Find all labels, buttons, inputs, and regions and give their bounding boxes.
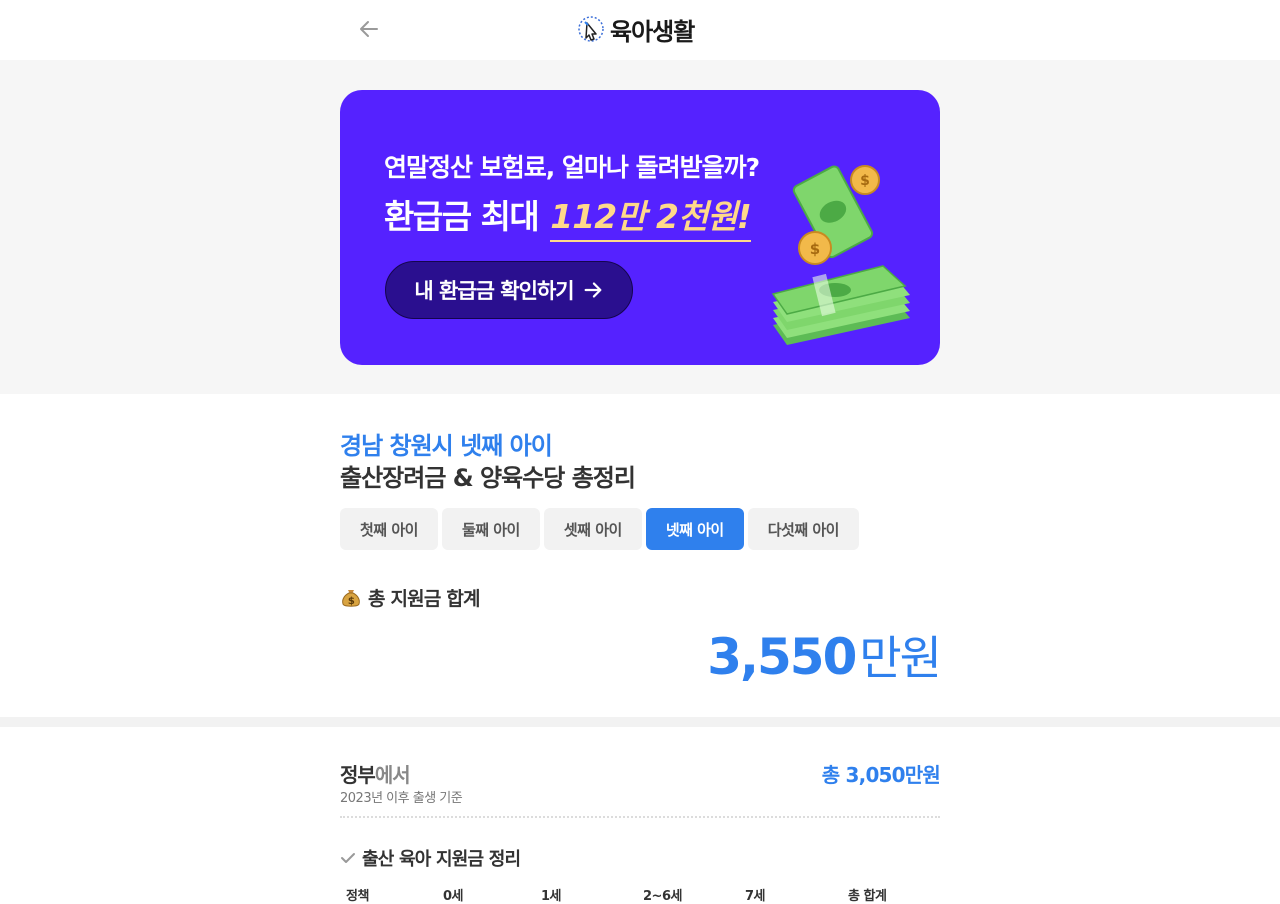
table-header-age-1: 1세 — [541, 889, 562, 904]
government-title-muted: 에서 — [374, 763, 411, 787]
tab-second-child[interactable]: 둘째 아이 — [441, 508, 540, 550]
government-title-strong: 정부 — [340, 763, 376, 787]
government-subtitle: 2023년 이후 출생 기준 — [340, 791, 463, 806]
banner-subheadline: 환급금 최대 112만 2천원! — [384, 190, 752, 242]
arrow-left-icon — [360, 21, 378, 37]
total-number: 3,550 — [707, 628, 857, 686]
banner-headline: 연말정산 보험료, 얼마나 돌려받을까? — [384, 153, 760, 182]
check-refund-button[interactable]: 내 환급금 확인하기 — [385, 261, 633, 319]
support-table-header: 정책 0세 1세 2~6세 7세 총 합계 — [340, 885, 940, 904]
government-total: 총 3,050만원 — [821, 763, 941, 787]
total-unit: 만원 — [859, 631, 942, 685]
dotted-divider — [340, 816, 940, 818]
tax-refund-banner[interactable]: 연말정산 보험료, 얼마나 돌려받을까? 환급금 최대 112만 2천원! 내 … — [340, 90, 940, 365]
app-header: 육아생활 — [0, 0, 1280, 60]
banner-prefix: 환급금 최대 — [384, 197, 540, 236]
check-icon — [341, 853, 355, 863]
support-summary-heading-text: 출산 육아 지원금 정리 — [362, 849, 521, 870]
tab-fifth-child[interactable]: 다섯째 아이 — [747, 508, 859, 550]
section-divider — [0, 717, 1280, 727]
government-support-section: 정부에서 2023년 이후 출생 기준 총 3,050만원 출산 육아 지원금 … — [340, 727, 941, 904]
svg-text:$: $ — [860, 173, 870, 189]
svg-text:$: $ — [810, 240, 820, 258]
support-summary-heading: 출산 육아 지원금 정리 — [340, 845, 521, 871]
tab-first-child[interactable]: 첫째 아이 — [340, 508, 438, 550]
total-label-text: 총 지원금 합계 — [368, 588, 481, 610]
money-bag-icon: $ — [342, 589, 360, 607]
arrow-right-icon — [584, 282, 602, 298]
government-title: 정부에서 — [340, 759, 411, 788]
hand-touch-icon — [578, 16, 604, 42]
back-button[interactable] — [354, 14, 384, 44]
table-header-policy: 정책 — [346, 889, 369, 904]
table-header-total: 총 합계 — [848, 889, 887, 904]
child-order-tabs: 첫째 아이 둘째 아이 셋째 아이 넷째 아이 다섯째 아이 — [340, 508, 859, 550]
logo-text: 육아생활 — [610, 17, 695, 46]
money-stack-illustration: $ $ — [771, 165, 910, 345]
app-logo[interactable]: 육아생활 — [577, 12, 695, 46]
cta-label: 내 환급금 확인하기 — [414, 279, 574, 303]
banner-amount: 112만 2천원! — [550, 190, 752, 242]
table-header-age-0: 0세 — [443, 889, 464, 904]
tab-fourth-child[interactable]: 넷째 아이 — [645, 508, 744, 550]
table-header-age-2-6: 2~6세 — [643, 889, 682, 904]
table-header-age-7: 7세 — [745, 889, 766, 904]
tab-third-child[interactable]: 셋째 아이 — [543, 508, 642, 550]
svg-text:$: $ — [348, 596, 355, 607]
total-support-label: $ 총 지원금 합계 — [340, 584, 481, 611]
page-title: 출산장려금 & 양육수당 총정리 — [340, 464, 636, 492]
region-title: 경남 창원시 넷째 아이 — [340, 432, 553, 460]
total-support-amount: 3,550 만원 — [707, 622, 942, 688]
